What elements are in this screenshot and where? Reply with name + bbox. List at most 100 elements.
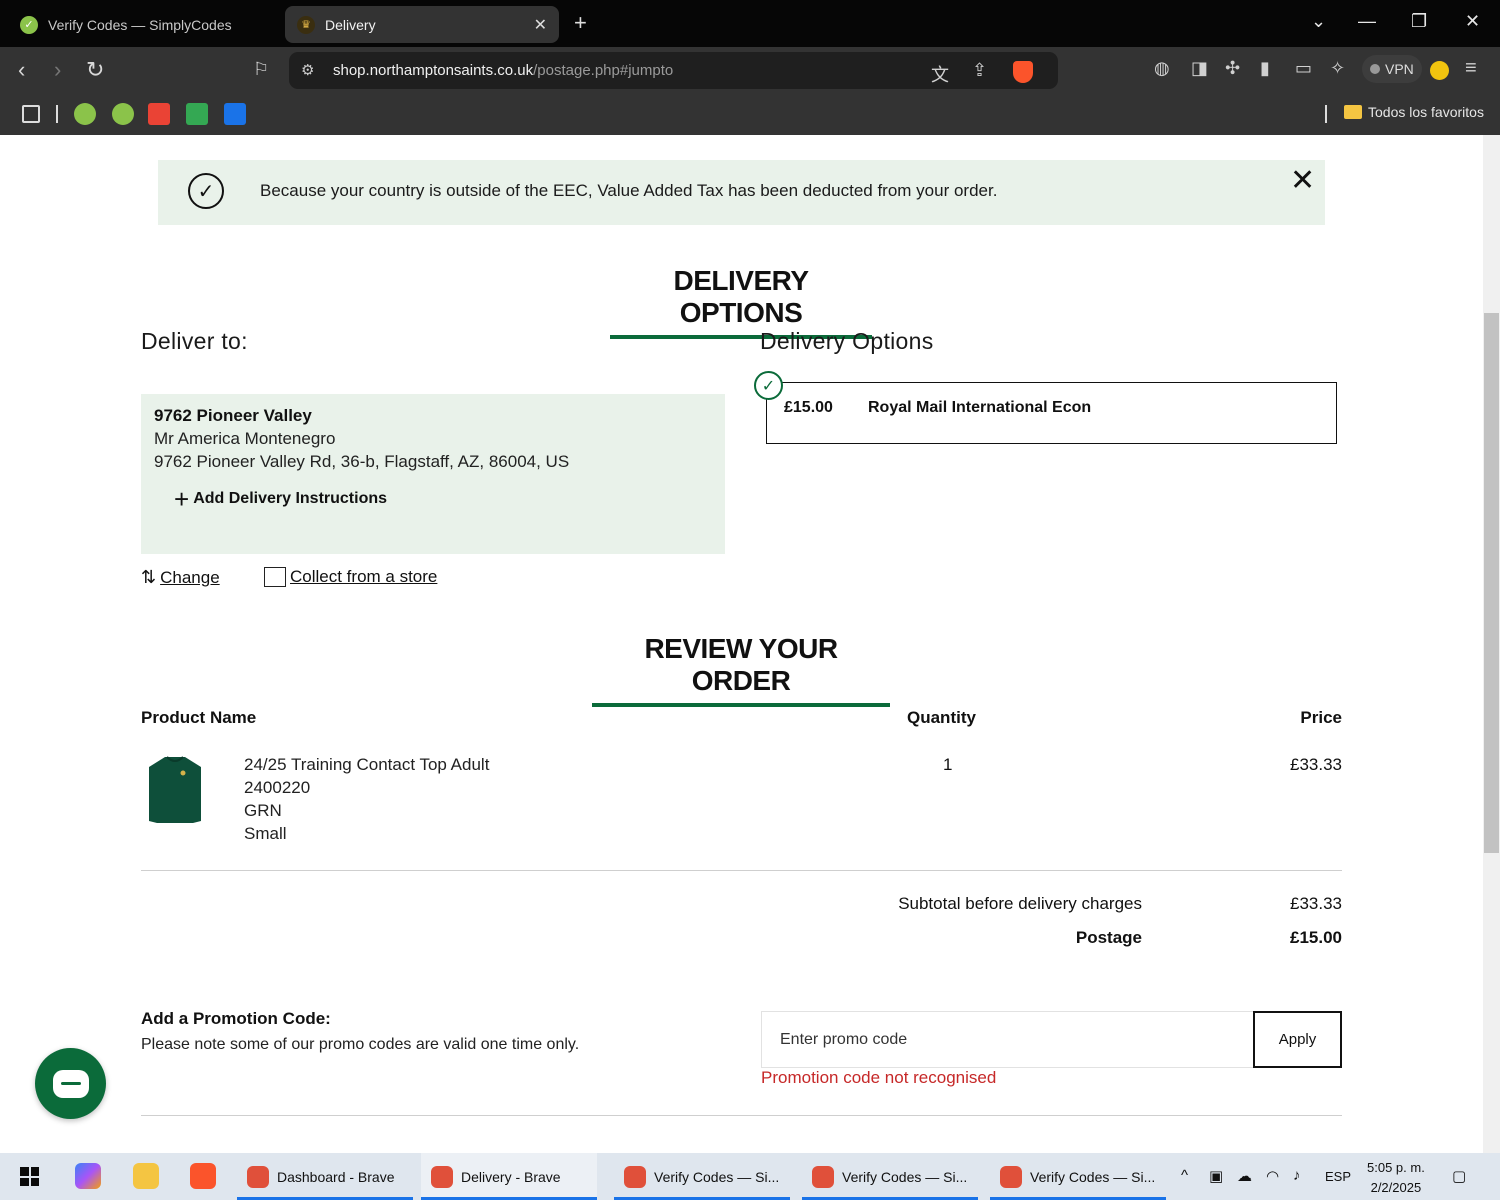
tab-bar: ✓ Verify Codes — SimplyCodes ♛ Delivery …: [0, 0, 1500, 47]
add-delivery-instructions-button[interactable]: + Add Delivery Instructions: [174, 484, 388, 514]
clock-time: 5:05 p. m.: [1367, 1160, 1425, 1175]
windows-taskbar: Dashboard - Brave Delivery - Brave Verif…: [0, 1153, 1500, 1200]
promo-code-input[interactable]: [761, 1011, 1254, 1068]
brave-profile-icon: [812, 1165, 834, 1188]
brave-shields-icon[interactable]: [1013, 61, 1033, 83]
taskbar-item-verify-codes[interactable]: Verify Codes — Si...: [802, 1153, 978, 1200]
sidebar-icon[interactable]: ▮: [1260, 58, 1270, 79]
order-divider: [141, 870, 1342, 871]
show-hidden-icons-chevron[interactable]: ^: [1181, 1167, 1188, 1184]
col-product-name: Product Name: [141, 708, 257, 727]
collect-link-text[interactable]: Collect from a store: [290, 567, 437, 587]
translate-icon[interactable]: 文: [931, 61, 949, 87]
postage-value: £15.00: [1290, 928, 1342, 947]
all-bookmarks-folder[interactable]: Todos los favoritos: [1344, 104, 1484, 120]
address-recipient: Mr America Montenegro: [154, 429, 336, 448]
tab-verify-codes[interactable]: ✓ Verify Codes — SimplyCodes: [8, 6, 282, 43]
address-line: 9762 Pioneer Valley Rd, 36-b, Flagstaff,…: [154, 452, 570, 471]
product-name: 24/25 Training Contact Top Adult: [244, 755, 490, 774]
selected-check-icon[interactable]: ✓: [754, 371, 783, 400]
promo-divider: [141, 1115, 1342, 1116]
product-image[interactable]: [147, 755, 203, 825]
tab-title: Delivery: [325, 16, 376, 33]
plus-icon: +: [174, 484, 190, 514]
change-arrows-icon: ⇅: [141, 567, 157, 587]
url-host: shop.northamptonsaints.co.uk: [333, 62, 534, 79]
change-address-link[interactable]: ⇅ Change: [141, 567, 220, 588]
language-indicator[interactable]: ESP: [1325, 1169, 1351, 1184]
apply-promo-button[interactable]: Apply: [1253, 1011, 1342, 1068]
wifi-icon[interactable]: ◠: [1266, 1167, 1279, 1185]
scrollbar-thumb[interactable]: [1484, 313, 1499, 853]
address-bar[interactable]: ⚙ shop.northamptonsaints.co.uk/postage.p…: [289, 52, 1058, 89]
forward-icon[interactable]: ›: [54, 57, 61, 83]
wallet-icon[interactable]: ▭: [1295, 58, 1312, 79]
simplycodes-bookmark-icon[interactable]: [74, 103, 96, 125]
share-icon[interactable]: ⇪: [972, 60, 987, 81]
menu-icon[interactable]: ≡: [1465, 57, 1477, 80]
notice-text: Because your country is outside of the E…: [260, 181, 998, 200]
taskbar-item-delivery[interactable]: Delivery - Brave: [421, 1153, 597, 1200]
back-icon[interactable]: ‹: [18, 57, 25, 83]
subtotal-label: Subtotal before delivery charges: [898, 894, 1142, 913]
volume-icon[interactable]: ♪: [1293, 1167, 1301, 1184]
zillow-icon[interactable]: [224, 103, 246, 125]
product-code: 2400220: [244, 778, 311, 797]
taskbar-item-verify-codes[interactable]: Verify Codes — Si...: [614, 1153, 790, 1200]
notifications-icon[interactable]: ▢: [1452, 1167, 1466, 1185]
windows-start-icon[interactable]: [20, 1167, 39, 1186]
site-settings-icon[interactable]: ⚙: [301, 61, 314, 79]
brave-profile-icon: [431, 1165, 453, 1188]
saints-crest-icon: ♛: [297, 15, 315, 34]
add-instructions-label: Add Delivery Instructions: [193, 490, 388, 507]
minimize-icon[interactable]: —: [1358, 11, 1376, 32]
close-notice-icon[interactable]: ✕: [1290, 163, 1315, 198]
tab-list-chevron-icon[interactable]: ⌄: [1311, 11, 1326, 32]
brave-icon[interactable]: [190, 1163, 216, 1189]
photos-icon[interactable]: [186, 103, 208, 125]
promo-title: Add a Promotion Code:: [141, 1009, 331, 1028]
col-quantity: Quantity: [907, 708, 976, 727]
clock-date: 2/2/2025: [1370, 1180, 1422, 1195]
reload-icon[interactable]: ↻: [86, 57, 104, 83]
copilot-icon[interactable]: [75, 1163, 101, 1189]
apps-grid-icon[interactable]: [22, 105, 40, 123]
bookmark-icon[interactable]: ⚐: [253, 59, 269, 80]
gmail-icon[interactable]: [148, 103, 170, 125]
ai-sparkle-icon[interactable]: ✧: [1330, 58, 1345, 79]
url-path: /postage.php#jumpto: [533, 62, 674, 79]
delivery-address-card: 9762 Pioneer Valley Mr America Montenegr…: [141, 394, 725, 554]
package-icon: [264, 567, 286, 587]
product-colour: GRN: [244, 801, 282, 820]
chat-widget-button[interactable]: [35, 1048, 106, 1119]
page-scrollbar[interactable]: [1483, 135, 1500, 1153]
bookmarks-bar: Todos los favoritos: [0, 93, 1500, 135]
close-window-icon[interactable]: ✕: [1465, 11, 1480, 32]
restore-icon[interactable]: ❐: [1411, 11, 1427, 32]
tab-delivery[interactable]: ♛ Delivery ✕: [285, 6, 559, 43]
browser-toolbar: ‹ › ↻ ⚐ ⚙ shop.northamptonsaints.co.uk/p…: [0, 47, 1500, 93]
delivery-option-royal-mail[interactable]: £15.00 Royal Mail International Econ: [766, 382, 1337, 444]
taskbar-item-dashboard[interactable]: Dashboard - Brave: [237, 1153, 413, 1200]
rewards-icon[interactable]: [1430, 61, 1449, 80]
chat-icon: [52, 1069, 89, 1098]
collect-from-store-link[interactable]: Collect from a store: [264, 567, 437, 587]
extension-badge-icon[interactable]: ◨: [1191, 58, 1208, 79]
meet-now-icon[interactable]: ▣: [1209, 1167, 1223, 1185]
delivery-option-price: £15.00: [784, 399, 833, 416]
simplycodes-bookmark-icon[interactable]: [112, 103, 134, 125]
new-tab-icon[interactable]: +: [574, 10, 587, 36]
extensions-icon[interactable]: ✣: [1225, 58, 1240, 79]
close-tab-icon[interactable]: ✕: [534, 15, 547, 35]
col-price: Price: [1300, 708, 1342, 727]
address-name: 9762 Pioneer Valley: [154, 406, 312, 425]
taskbar-item-verify-codes[interactable]: Verify Codes — Si...: [990, 1153, 1166, 1200]
vpn-button[interactable]: VPN: [1362, 55, 1422, 83]
leo-ai-icon[interactable]: ◍: [1154, 58, 1170, 79]
system-clock[interactable]: 5:05 p. m. 2/2/2025: [1367, 1158, 1425, 1198]
onedrive-icon[interactable]: ☁: [1237, 1167, 1252, 1185]
change-link-text[interactable]: Change: [160, 568, 220, 588]
file-explorer-icon[interactable]: [133, 1163, 159, 1189]
check-circle-icon: ✓: [188, 173, 224, 209]
page-content: ✓ Because your country is outside of the…: [0, 135, 1483, 1153]
